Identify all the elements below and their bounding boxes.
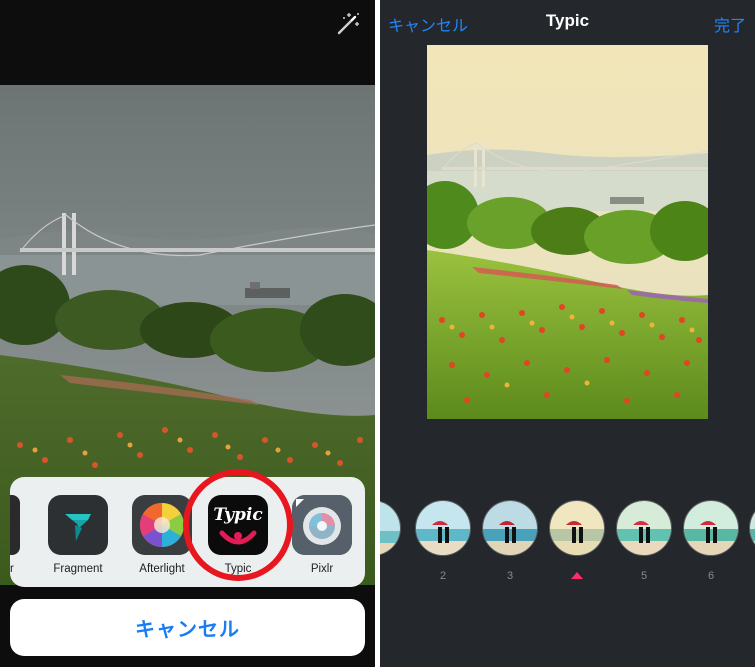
filter-thumbnail[interactable]: 5	[616, 500, 676, 584]
share-app-pixlr[interactable]: Pixlr	[280, 495, 364, 579]
share-app-typic[interactable]: Typic Typic	[196, 495, 280, 579]
fragment-icon	[48, 495, 108, 555]
filter-preview	[683, 500, 739, 556]
filter-thumbnail[interactable]: 6	[683, 500, 743, 584]
typic-icon: Typic	[208, 495, 268, 555]
filter-thumbnail[interactable]	[380, 500, 405, 584]
cancel-button[interactable]: キャンセル	[10, 599, 365, 656]
filter-thumbnail[interactable]	[749, 500, 755, 584]
afterlight-icon	[132, 495, 192, 555]
filtered-photo-preview	[427, 45, 708, 419]
partial-app-label: r	[10, 563, 14, 575]
share-sheet: r Fragment Afterlight Typic Typic Pixlr	[10, 477, 365, 587]
filter-strip: 2 3 5 6	[380, 500, 755, 590]
nav-bar: キャンセル Typic 完了	[380, 0, 755, 44]
filter-thumbnail[interactable]: 3	[482, 500, 542, 584]
filter-preview	[415, 500, 471, 556]
app-label: Typic	[224, 563, 252, 575]
filter-preview	[749, 500, 755, 556]
cancel-button-label: キャンセル	[135, 619, 240, 641]
filter-preview	[482, 500, 538, 556]
filter-number: 2	[439, 570, 447, 582]
share-screen: r Fragment Afterlight Typic Typic Pixlr …	[0, 0, 375, 667]
partial-app-tile[interactable]	[10, 495, 20, 555]
filter-number: 3	[506, 570, 514, 582]
app-row: r Fragment Afterlight Typic Typic Pixlr	[10, 477, 365, 587]
magic-wand-icon[interactable]	[335, 10, 361, 36]
filter-preview	[549, 500, 605, 556]
nav-title: Typic	[545, 11, 590, 30]
top-bar	[0, 0, 375, 85]
nav-done-button[interactable]: 完了	[714, 12, 746, 36]
pixlr-icon	[292, 495, 352, 555]
selected-filter-marker	[571, 572, 583, 579]
filter-preview	[616, 500, 672, 556]
filter-thumbnail-selected[interactable]	[549, 500, 609, 584]
filter-number: 6	[707, 570, 715, 582]
share-app-fragment[interactable]: Fragment	[36, 495, 120, 579]
filter-number: 5	[640, 570, 648, 582]
app-label: Pixlr	[310, 563, 334, 575]
filter-preview	[380, 500, 401, 556]
filter-thumbnail[interactable]: 2	[415, 500, 475, 584]
typic-editor-screen: キャンセル Typic 完了 2 3 5 6	[380, 0, 755, 667]
app-label: Fragment	[53, 563, 103, 575]
